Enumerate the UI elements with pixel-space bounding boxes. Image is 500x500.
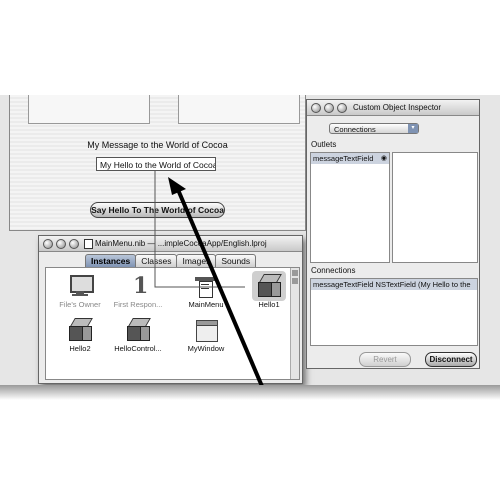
connection-line <box>154 170 245 288</box>
connection-overlay <box>154 170 271 400</box>
annotation-arrow-shaft <box>174 184 271 400</box>
screen-shadow <box>0 385 500 400</box>
annotation-arrow-head-icon <box>168 177 186 195</box>
desktop: My Message to the World of Cocoa My Hell… <box>0 95 500 400</box>
